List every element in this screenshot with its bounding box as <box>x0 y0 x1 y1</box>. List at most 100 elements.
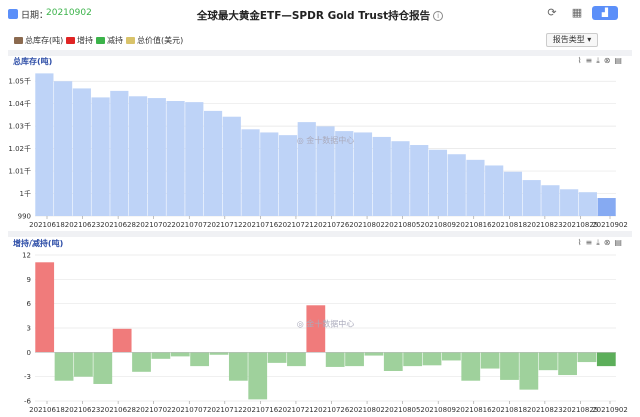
bar <box>441 352 461 361</box>
bar <box>278 135 298 216</box>
bar <box>72 88 91 216</box>
y-tick-label: 0 <box>27 349 31 357</box>
x-tick-label: 20210818 <box>491 406 527 414</box>
y-tick-label: 1.05千 <box>8 77 31 86</box>
x-tick-label: 20210702 <box>136 406 172 414</box>
x-tick-label: 20210618 <box>29 406 65 414</box>
bar <box>170 352 190 357</box>
x-tick-label: 20210802 <box>349 406 385 414</box>
x-tick-label: 20210902 <box>592 221 628 229</box>
bar <box>203 110 223 216</box>
bar <box>596 352 616 367</box>
y-tick-label: -6 <box>24 398 32 406</box>
charts-canvas: 1.05千1.04千1.03千1.02千1.01千1千99020210618 20… <box>8 73 628 414</box>
bar <box>372 136 391 216</box>
x-tick-label: 20210628 <box>100 406 136 414</box>
x-tick-label: 20210628 <box>100 221 136 229</box>
x-tick-label: 20210809 <box>420 406 456 414</box>
bar <box>560 189 579 216</box>
bar <box>287 352 306 367</box>
bar <box>485 165 504 216</box>
bar <box>578 192 597 216</box>
x-tick-label: 20210726 <box>314 406 350 414</box>
bar <box>383 352 403 371</box>
watermark: ◎ 金十数据中心 <box>297 135 355 145</box>
bar <box>209 352 229 355</box>
x-tick-label: 20210623 <box>65 406 101 414</box>
x-tick-label: 20210721 <box>278 221 314 229</box>
bar <box>558 352 577 376</box>
y-tick-label: -3 <box>24 373 31 381</box>
x-tick-label: 20210823 <box>527 406 563 414</box>
bar <box>228 352 248 381</box>
x-tick-label: 20210816 <box>456 406 492 414</box>
y-tick-label: 6 <box>27 300 32 308</box>
bar <box>403 352 423 367</box>
bar <box>54 352 74 381</box>
bar <box>519 352 539 390</box>
x-tick-label: 20210712 <box>207 221 243 229</box>
bar <box>480 352 500 369</box>
y-tick-label: 1千 <box>20 189 31 198</box>
watermark: ◎ 金十数据中心 <box>297 319 355 329</box>
bar <box>166 100 185 216</box>
bar <box>91 97 110 216</box>
bar <box>597 198 616 216</box>
bar <box>222 116 241 216</box>
x-tick-label: 20210805 <box>385 406 421 414</box>
bar <box>185 102 204 216</box>
bar <box>132 352 151 372</box>
bar <box>74 352 93 377</box>
bar <box>422 352 442 366</box>
bar <box>35 73 54 216</box>
bar <box>260 132 279 216</box>
x-tick-label: 20210816 <box>456 221 492 229</box>
bar <box>428 149 448 216</box>
bar <box>35 262 55 353</box>
x-tick-label: 20210818 <box>491 221 527 229</box>
x-tick-label: 20210902 <box>592 406 628 414</box>
bar <box>447 154 466 216</box>
bar <box>461 352 481 381</box>
x-tick-label: 20210707 <box>171 406 207 414</box>
bar <box>93 352 113 384</box>
x-tick-label: 20210721 <box>278 406 314 414</box>
x-tick-label: 20210726 <box>314 221 350 229</box>
x-tick-label: 20210716 <box>243 221 279 229</box>
x-tick-label: 20210809 <box>420 221 456 229</box>
x-tick-label: 20210716 <box>243 406 279 414</box>
y-tick-label: 1.02千 <box>8 144 31 153</box>
bar <box>391 141 410 216</box>
x-tick-label: 20210802 <box>349 221 385 229</box>
bar <box>151 352 171 359</box>
x-tick-label: 20210712 <box>207 406 243 414</box>
bar <box>466 159 485 216</box>
bar <box>541 185 560 216</box>
x-tick-label: 20210823 <box>527 221 563 229</box>
bar <box>410 145 429 216</box>
bar <box>112 328 132 353</box>
bar <box>522 180 541 216</box>
x-tick-label: 20210618 <box>29 221 65 229</box>
bar <box>500 352 519 380</box>
bar <box>353 132 373 216</box>
bar <box>147 98 166 216</box>
bar <box>345 352 364 367</box>
bar <box>306 305 326 353</box>
bar <box>128 96 148 216</box>
y-tick-label: 9 <box>27 276 31 284</box>
x-tick-label: 20210702 <box>136 221 172 229</box>
bar <box>577 352 597 363</box>
bar <box>54 81 73 216</box>
x-tick-label: 20210707 <box>171 221 207 229</box>
y-tick-label: 3 <box>27 325 31 333</box>
bar <box>364 352 384 356</box>
y-tick-label: 1.03千 <box>8 122 31 131</box>
bar <box>190 352 210 367</box>
bar <box>241 129 260 216</box>
x-tick-label: 20210623 <box>65 221 101 229</box>
y-tick-label: 1.04千 <box>8 99 31 108</box>
bar <box>110 90 129 216</box>
y-tick-label: 1.01千 <box>8 167 31 176</box>
bar <box>538 352 558 371</box>
